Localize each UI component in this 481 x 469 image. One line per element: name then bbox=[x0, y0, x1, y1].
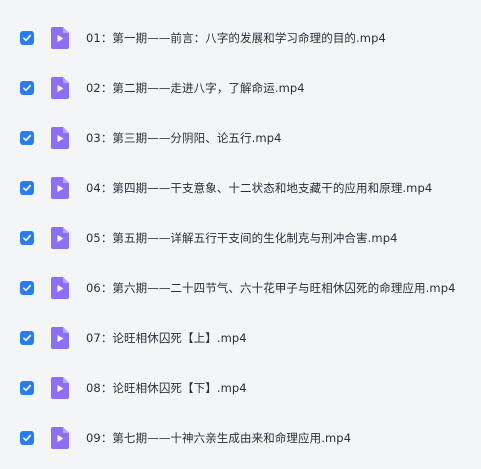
file-name: 08：论旺相休囚死【下】.mp4 bbox=[86, 381, 247, 395]
video-file-icon bbox=[51, 177, 69, 199]
check-icon bbox=[23, 84, 32, 92]
checkbox-checked[interactable] bbox=[20, 231, 34, 245]
file-row[interactable]: 04：第四期——干支意象、十二状态和地支藏干的应用和原理.mp4 bbox=[0, 163, 481, 213]
video-file-icon bbox=[51, 127, 69, 149]
check-icon bbox=[23, 184, 32, 192]
check-icon bbox=[23, 284, 32, 292]
check-icon bbox=[23, 234, 32, 242]
file-row[interactable]: 07：论旺相休囚死【上】.mp4 bbox=[0, 313, 481, 363]
video-file-icon bbox=[51, 277, 69, 299]
video-file-icon bbox=[51, 427, 69, 449]
file-list: 01：第一期——前言：八字的发展和学习命理的目的.mp4 02：第二期——走进八… bbox=[0, 0, 481, 469]
check-icon bbox=[23, 384, 32, 392]
file-row[interactable]: 03：第三期——分阴阳、论五行.mp4 bbox=[0, 113, 481, 163]
video-file-icon bbox=[51, 377, 69, 399]
file-name: 05：第五期——详解五行干支间的生化制克与刑冲合害.mp4 bbox=[86, 231, 398, 245]
file-name: 07：论旺相休囚死【上】.mp4 bbox=[86, 331, 247, 345]
file-name: 02：第二期——走进八字，了解命运.mp4 bbox=[86, 81, 305, 95]
file-name: 09：第七期——十神六亲生成由来和命理应用.mp4 bbox=[86, 431, 352, 445]
checkbox-checked[interactable] bbox=[20, 181, 34, 195]
check-icon bbox=[23, 134, 32, 142]
file-name: 01：第一期——前言：八字的发展和学习命理的目的.mp4 bbox=[86, 31, 386, 45]
file-row[interactable]: 09：第七期——十神六亲生成由来和命理应用.mp4 bbox=[0, 413, 481, 463]
file-name: 06：第六期——二十四节气、六十花甲子与旺相休囚死的命理应用.mp4 bbox=[86, 281, 456, 295]
checkbox-checked[interactable] bbox=[20, 431, 34, 445]
video-file-icon bbox=[51, 327, 69, 349]
video-file-icon bbox=[51, 77, 69, 99]
check-icon bbox=[23, 434, 32, 442]
file-row[interactable]: 08：论旺相休囚死【下】.mp4 bbox=[0, 363, 481, 413]
checkbox-checked[interactable] bbox=[20, 281, 34, 295]
file-row[interactable]: 01：第一期——前言：八字的发展和学习命理的目的.mp4 bbox=[0, 13, 481, 63]
check-icon bbox=[23, 334, 32, 342]
file-row[interactable]: 02：第二期——走进八字，了解命运.mp4 bbox=[0, 63, 481, 113]
checkbox-checked[interactable] bbox=[20, 31, 34, 45]
video-file-icon bbox=[51, 27, 69, 49]
file-name: 04：第四期——干支意象、十二状态和地支藏干的应用和原理.mp4 bbox=[86, 181, 433, 195]
file-row[interactable]: 05：第五期——详解五行干支间的生化制克与刑冲合害.mp4 bbox=[0, 213, 481, 263]
check-icon bbox=[23, 34, 32, 42]
checkbox-checked[interactable] bbox=[20, 131, 34, 145]
checkbox-checked[interactable] bbox=[20, 81, 34, 95]
checkbox-checked[interactable] bbox=[20, 381, 34, 395]
checkbox-checked[interactable] bbox=[20, 331, 34, 345]
video-file-icon bbox=[51, 227, 69, 249]
file-name: 03：第三期——分阴阳、论五行.mp4 bbox=[86, 131, 282, 145]
file-row[interactable]: 06：第六期——二十四节气、六十花甲子与旺相休囚死的命理应用.mp4 bbox=[0, 263, 481, 313]
